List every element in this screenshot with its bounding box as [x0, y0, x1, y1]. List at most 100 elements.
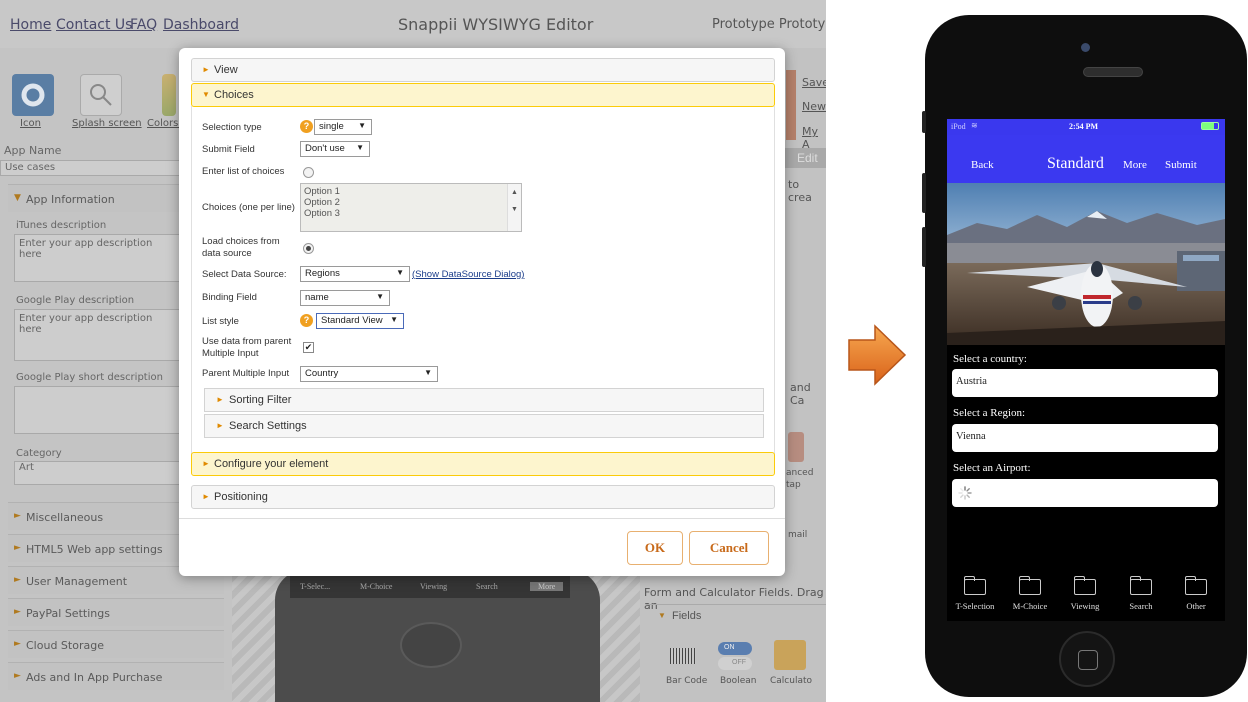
- load-choices-label-2: data source: [202, 248, 252, 259]
- airport-field[interactable]: [952, 479, 1218, 507]
- category-select[interactable]: Art: [14, 461, 182, 485]
- more-button[interactable]: More: [1123, 159, 1147, 171]
- app-name-label: App Name: [4, 144, 62, 157]
- accordion-view[interactable]: ► View: [191, 58, 775, 82]
- carrier-label: iPod: [951, 122, 966, 131]
- scrollbar[interactable]: ▲ ▼: [507, 184, 521, 231]
- tool-icon-label[interactable]: Icon: [20, 118, 41, 129]
- home-button[interactable]: [1059, 631, 1115, 687]
- accordion-configure[interactable]: ► Configure your element: [191, 452, 775, 476]
- section-label: HTML5 Web app settings: [26, 543, 163, 556]
- submit-button[interactable]: Submit: [1165, 159, 1197, 171]
- accordion-positioning[interactable]: ► Positioning: [191, 485, 775, 509]
- volume-up-button: [922, 173, 926, 213]
- tab-search[interactable]: Search: [1113, 567, 1169, 611]
- airport-photo: [947, 183, 1225, 345]
- data-source-label: Select Data Source:: [202, 269, 287, 280]
- section-label: Cloud Storage: [26, 639, 104, 652]
- select-value: single: [319, 121, 344, 132]
- help-icon[interactable]: ?: [300, 314, 313, 327]
- folder-icon: [1185, 576, 1207, 595]
- itunes-description-input[interactable]: Enter your app description here: [14, 234, 182, 282]
- use-parent-label: Use data from parent: [202, 336, 292, 347]
- calculator-label: Calculato: [770, 676, 813, 686]
- fields-section[interactable]: ▼ Fields: [646, 604, 826, 628]
- advanced-map-icon[interactable]: [788, 432, 804, 462]
- accordion-choices[interactable]: ▼ Choices: [191, 83, 775, 107]
- section-cloud-storage[interactable]: ► Cloud Storage: [8, 630, 224, 658]
- dropdown-arrow-icon: ▼: [358, 121, 366, 130]
- choices-list-label: Choices (one per line): [202, 202, 295, 213]
- cancel-button[interactable]: Cancel: [689, 531, 769, 565]
- element-settings-dialog: ► View ▼ Choices Selection type ? single…: [179, 48, 785, 576]
- binding-field-select[interactable]: name ▼: [300, 290, 390, 306]
- mute-switch: [922, 111, 926, 133]
- caret-right-icon: ►: [202, 459, 210, 468]
- calculator-icon[interactable]: [774, 640, 806, 670]
- enter-list-radio[interactable]: [303, 167, 314, 178]
- nav-home-link[interactable]: Home: [10, 17, 51, 33]
- region-field[interactable]: Vienna: [952, 424, 1218, 452]
- submit-field-select[interactable]: Don't use ▼: [300, 141, 370, 157]
- barcode-icon[interactable]: [670, 648, 696, 664]
- splash-screen-icon[interactable]: [80, 74, 122, 116]
- tab-t-selection[interactable]: T-Selection: [947, 567, 1003, 611]
- tab-viewing[interactable]: Viewing: [1057, 567, 1113, 611]
- accordion-label: Sorting Filter: [229, 394, 292, 406]
- preview-tab: T-Selec...: [300, 582, 331, 591]
- preview-tab: Search: [476, 582, 498, 591]
- section-paypal[interactable]: ► PayPal Settings: [8, 598, 224, 626]
- dropdown-arrow-icon: ▼: [356, 143, 364, 152]
- section-label: User Management: [26, 575, 128, 588]
- show-datasource-link[interactable]: (Show DataSource Dialog): [412, 269, 524, 280]
- select-value: name: [305, 292, 329, 303]
- edit-button[interactable]: Edit: [785, 148, 826, 168]
- submit-field-label: Submit Field: [202, 144, 255, 155]
- section-ads[interactable]: ► Ads and In App Purchase: [8, 662, 224, 690]
- data-source-select[interactable]: Regions ▼: [300, 266, 410, 282]
- list-style-select[interactable]: Standard View ▼: [316, 313, 404, 329]
- ok-button[interactable]: OK: [627, 531, 683, 565]
- gplay-short-input[interactable]: [14, 386, 182, 434]
- app-name-input[interactable]: Use cases: [0, 160, 182, 176]
- accordion-label: View: [214, 64, 238, 76]
- nav-title: Standard: [1047, 155, 1104, 172]
- and-text: and Ca: [790, 381, 811, 407]
- colors-icon[interactable]: [162, 74, 176, 116]
- nav-dashboard-link[interactable]: Dashboard: [163, 17, 239, 33]
- country-label: Select a country:: [953, 353, 1027, 365]
- wifi-icon: ≋: [971, 121, 978, 130]
- save-link[interactable]: Save: [802, 76, 826, 89]
- caret-right-icon: ►: [14, 543, 21, 553]
- tab-bar: T-Selection M-Choice Viewing Search Othe…: [947, 567, 1225, 621]
- parent-input-select[interactable]: Country ▼: [300, 366, 438, 382]
- toggle-on-icon[interactable]: ON: [718, 642, 752, 655]
- tab-label: Search: [1129, 601, 1153, 611]
- load-choices-radio[interactable]: [303, 243, 314, 254]
- choice-line: Option 1: [304, 186, 340, 197]
- new-link[interactable]: New: [802, 100, 826, 113]
- boolean-label: Boolean: [720, 676, 757, 686]
- caret-right-icon: ►: [14, 607, 21, 617]
- country-field[interactable]: Austria: [952, 369, 1218, 397]
- toggle-off-icon[interactable]: OFF: [718, 657, 752, 670]
- use-parent-label-2: Multiple Input: [202, 348, 259, 359]
- help-icon[interactable]: ?: [300, 120, 313, 133]
- accordion-search-settings[interactable]: ► Search Settings: [204, 414, 764, 438]
- section-label: Miscellaneous: [26, 511, 104, 524]
- barcode-label: Bar Code: [666, 676, 708, 686]
- tab-m-choice[interactable]: M-Choice: [1002, 567, 1058, 611]
- nav-faq-link[interactable]: FAQ: [130, 17, 157, 33]
- choices-textarea[interactable]: Option 1 Option 2 Option 3 ▲ ▼: [300, 183, 522, 232]
- nav-contact-link[interactable]: Contact Us: [56, 17, 132, 33]
- tool-splash-label[interactable]: Splash screen: [72, 118, 142, 129]
- gplay-description-input[interactable]: Enter your app description here: [14, 309, 182, 361]
- preview-tab: Viewing: [420, 582, 448, 591]
- selection-type-select[interactable]: single ▼: [314, 119, 372, 135]
- gear-icon[interactable]: [12, 74, 54, 116]
- accordion-label: Positioning: [214, 491, 268, 503]
- tab-other[interactable]: Other: [1168, 567, 1224, 611]
- use-parent-checkbox[interactable]: ✔: [303, 342, 314, 353]
- accordion-sorting-filter[interactable]: ► Sorting Filter: [204, 388, 764, 412]
- back-button[interactable]: Back: [971, 159, 994, 171]
